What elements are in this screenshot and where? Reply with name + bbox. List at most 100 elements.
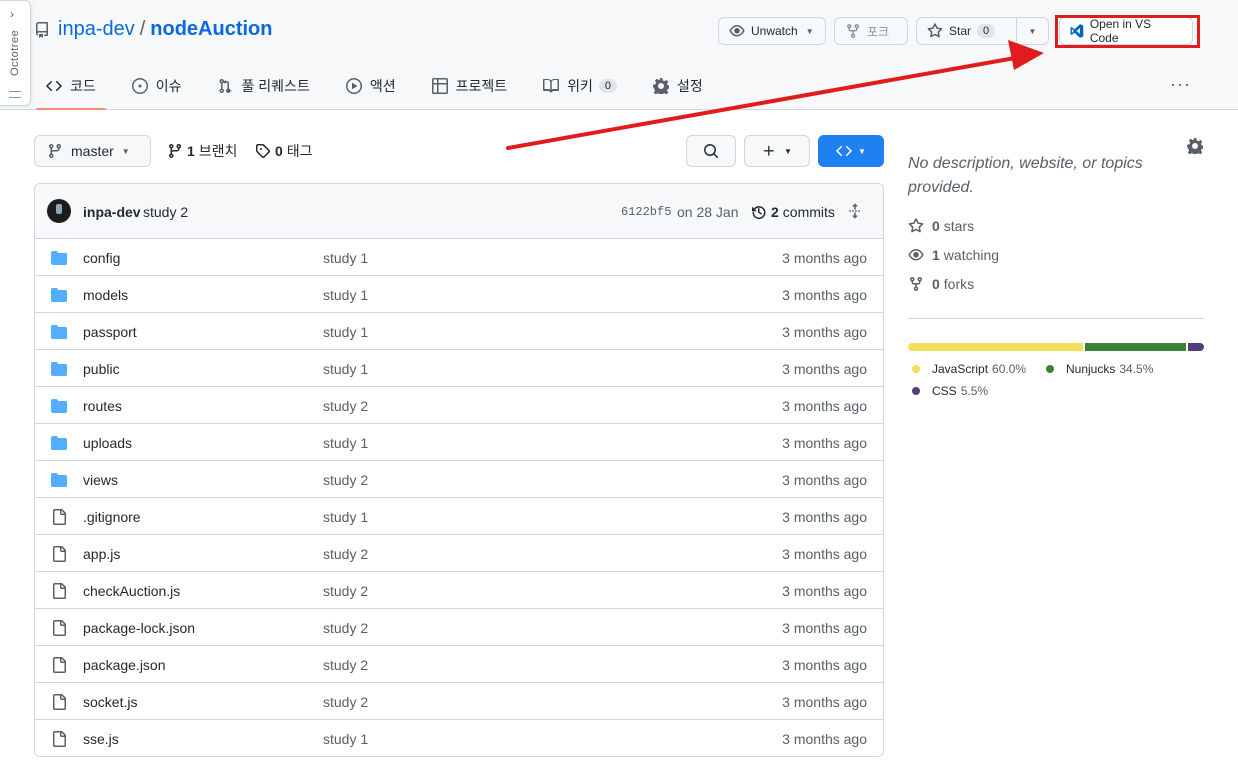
file-commit-date: 3 months ago [782,583,867,599]
file-name-link[interactable]: passport [83,324,137,340]
table-row[interactable]: public study 1 3 months ago [35,350,883,387]
table-row[interactable]: package-lock.json study 2 3 months ago [35,609,883,646]
file-commit-message-link[interactable]: study 1 [323,731,368,747]
tab-code[interactable]: 코드 [34,66,108,110]
watching-link[interactable]: 1 watching [908,247,999,263]
file-commit-message-link[interactable]: study 2 [323,546,368,562]
tab-actions[interactable]: 액션 [334,66,408,106]
stars-link[interactable]: 0 stars [908,218,974,234]
go-to-file-search-button[interactable] [686,135,736,167]
file-name-link[interactable]: checkAuction.js [83,583,180,599]
star-button[interactable]: Star 0 [916,17,1017,45]
add-file-button[interactable]: ▼ [744,135,810,167]
tab-issues[interactable]: 이슈 [120,66,194,106]
file-name-link[interactable]: public [83,361,120,377]
avatar[interactable] [47,199,71,223]
repo-owner-link[interactable]: inpa-dev [58,18,135,41]
commit-sha-link[interactable]: 6122bf5 [621,205,671,219]
file-name-link[interactable]: package-lock.json [83,620,195,636]
table-row[interactable]: models study 1 3 months ago [35,276,883,313]
tab-projects[interactable]: 프로젝트 [420,66,520,106]
table-row[interactable]: views study 2 3 months ago [35,461,883,498]
forks-link[interactable]: 0 forks [908,276,974,292]
file-commit-message-link[interactable]: study 1 [323,287,368,303]
language-css[interactable]: CSS 5.5% [912,384,988,398]
eye-icon [908,249,924,261]
code-icon [46,80,62,92]
file-commit-message-link[interactable]: study 1 [323,361,368,377]
gear-icon[interactable] [1187,138,1203,154]
file-commit-message-link[interactable]: study 2 [323,398,368,414]
tab-settings[interactable]: 설정 [641,66,715,106]
file-commit-message-link[interactable]: study 2 [323,472,368,488]
file-name-link[interactable]: package.json [83,657,166,673]
file-name-link[interactable]: app.js [83,546,120,562]
table-row[interactable]: .gitignore study 1 3 months ago [35,498,883,535]
branch-select-button[interactable]: master ▼ [34,135,151,167]
branches-label: 브랜치 [198,143,238,159]
file-icon [51,546,67,562]
file-commit-message-link[interactable]: study 1 [323,509,368,525]
file-name-link[interactable]: models [83,287,128,303]
about-description: No description, website, or topics provi… [908,155,1143,196]
tab-wiki[interactable]: 위키 0 [531,66,629,106]
table-row[interactable]: socket.js study 2 3 months ago [35,683,883,720]
table-row[interactable]: config study 1 3 months ago [35,239,883,276]
table-row[interactable]: routes study 2 3 months ago [35,387,883,424]
file-browser: inpa-dev study 2 6122bf5 on 28 Jan 2 com… [34,183,884,757]
table-row[interactable]: sse.js study 1 3 months ago [35,720,883,756]
tab-label: 코드 [70,78,96,94]
forks-label: forks [943,276,975,292]
file-commit-message-link[interactable]: study 1 [323,435,368,451]
more-options-button[interactable]: ··· [1170,74,1191,95]
table-row[interactable]: app.js study 2 3 months ago [35,535,883,572]
octotree-sidebar-toggle[interactable]: › Octotree [0,0,31,106]
drag-handle-icon[interactable] [9,91,21,98]
file-name-link[interactable]: routes [83,398,122,414]
table-row[interactable]: passport study 1 3 months ago [35,313,883,350]
search-icon [704,144,719,159]
commit-message-link[interactable]: study 2 [143,204,188,220]
unfold-icon[interactable] [847,203,863,219]
code-dropdown-button[interactable]: ▼ [818,135,884,167]
folder-icon [51,287,67,303]
file-commit-message-link[interactable]: study 2 [323,694,368,710]
file-commit-date: 3 months ago [782,250,867,266]
table-row[interactable]: package.json study 2 3 months ago [35,646,883,683]
commit-author-link[interactable]: inpa-dev [83,204,141,220]
tags-count: 0 [275,143,283,159]
unwatch-button[interactable]: Unwatch ▼ [718,17,826,45]
repo-icon [36,21,48,38]
language-nunjucks[interactable]: Nunjucks 34.5% [1046,362,1153,376]
folder-icon [51,361,67,377]
file-name-link[interactable]: config [83,250,120,266]
file-name-link[interactable]: .gitignore [83,509,141,525]
language-javascript[interactable]: JavaScript 60.0% [912,362,1026,376]
file-name-link[interactable]: views [83,472,118,488]
language-bar-segment [908,343,1084,351]
table-row[interactable]: checkAuction.js study 2 3 months ago [35,572,883,609]
language-name: Nunjucks [1066,362,1116,376]
branches-link[interactable]: 1 브랜치 [167,141,237,161]
branch-icon [169,143,181,159]
repo-name-link[interactable]: nodeAuction [150,18,272,41]
file-name-link[interactable]: uploads [83,435,132,451]
book-icon [543,79,560,93]
file-name-link[interactable]: sse.js [83,731,119,747]
file-name-link[interactable]: socket.js [83,694,137,710]
commits-history-link[interactable]: 2 commits [751,204,835,220]
file-commit-message-link[interactable]: study 2 [323,657,368,673]
stars-label: stars [943,218,975,234]
file-commit-message-link[interactable]: study 1 [323,324,368,340]
star-list-dropdown[interactable]: ▼ [1016,17,1049,45]
folder-icon [51,324,67,340]
file-commit-message-link[interactable]: study 1 [323,250,368,266]
tags-link[interactable]: 0 태그 [255,141,313,161]
tab-pull-requests[interactable]: 풀 리퀘스트 [206,66,322,106]
file-commit-message-link[interactable]: study 2 [323,583,368,599]
table-row[interactable]: uploads study 1 3 months ago [35,424,883,461]
language-bar-segment [1085,343,1186,351]
fork-button[interactable]: 포크 [834,17,908,45]
file-commit-message-link[interactable]: study 2 [323,620,368,636]
chevron-down-icon: ▼ [121,146,130,156]
